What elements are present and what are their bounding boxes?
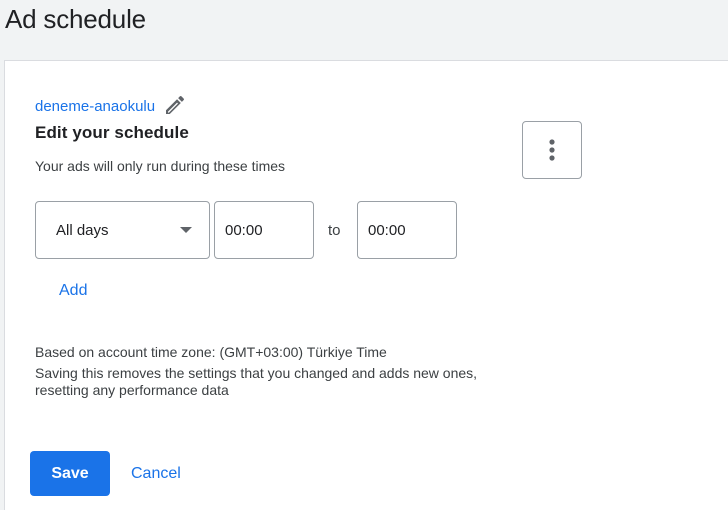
more-options-button[interactable]: [522, 121, 582, 179]
campaign-link[interactable]: deneme-anaokulu: [35, 98, 155, 115]
campaign-row: deneme-anaokulu: [35, 95, 187, 117]
more-vert-icon: [549, 139, 555, 161]
cancel-button[interactable]: Cancel: [131, 451, 181, 496]
schedule-heading: Edit your schedule: [35, 123, 189, 142]
dropdown-arrow-icon: [180, 227, 192, 233]
schedule-card: deneme-anaokulu Edit your schedule Your …: [4, 60, 728, 510]
pencil-icon[interactable]: [163, 93, 187, 117]
warning-note: Saving this removes the settings that yo…: [35, 365, 478, 398]
to-label: to: [328, 222, 341, 239]
schedule-description: Your ads will only run during these time…: [35, 158, 286, 174]
end-time-input[interactable]: [368, 221, 448, 239]
day-select[interactable]: All days: [35, 201, 210, 259]
day-select-value: All days: [56, 221, 109, 239]
start-time-field[interactable]: [214, 201, 314, 259]
end-time-field[interactable]: [357, 201, 457, 259]
start-time-input[interactable]: [225, 221, 305, 239]
add-schedule-button[interactable]: Add: [59, 282, 87, 300]
timezone-note: Based on account time zone: (GMT+03:00) …: [35, 344, 387, 360]
save-button[interactable]: Save: [30, 451, 110, 496]
page-title: Ad schedule: [5, 4, 146, 34]
